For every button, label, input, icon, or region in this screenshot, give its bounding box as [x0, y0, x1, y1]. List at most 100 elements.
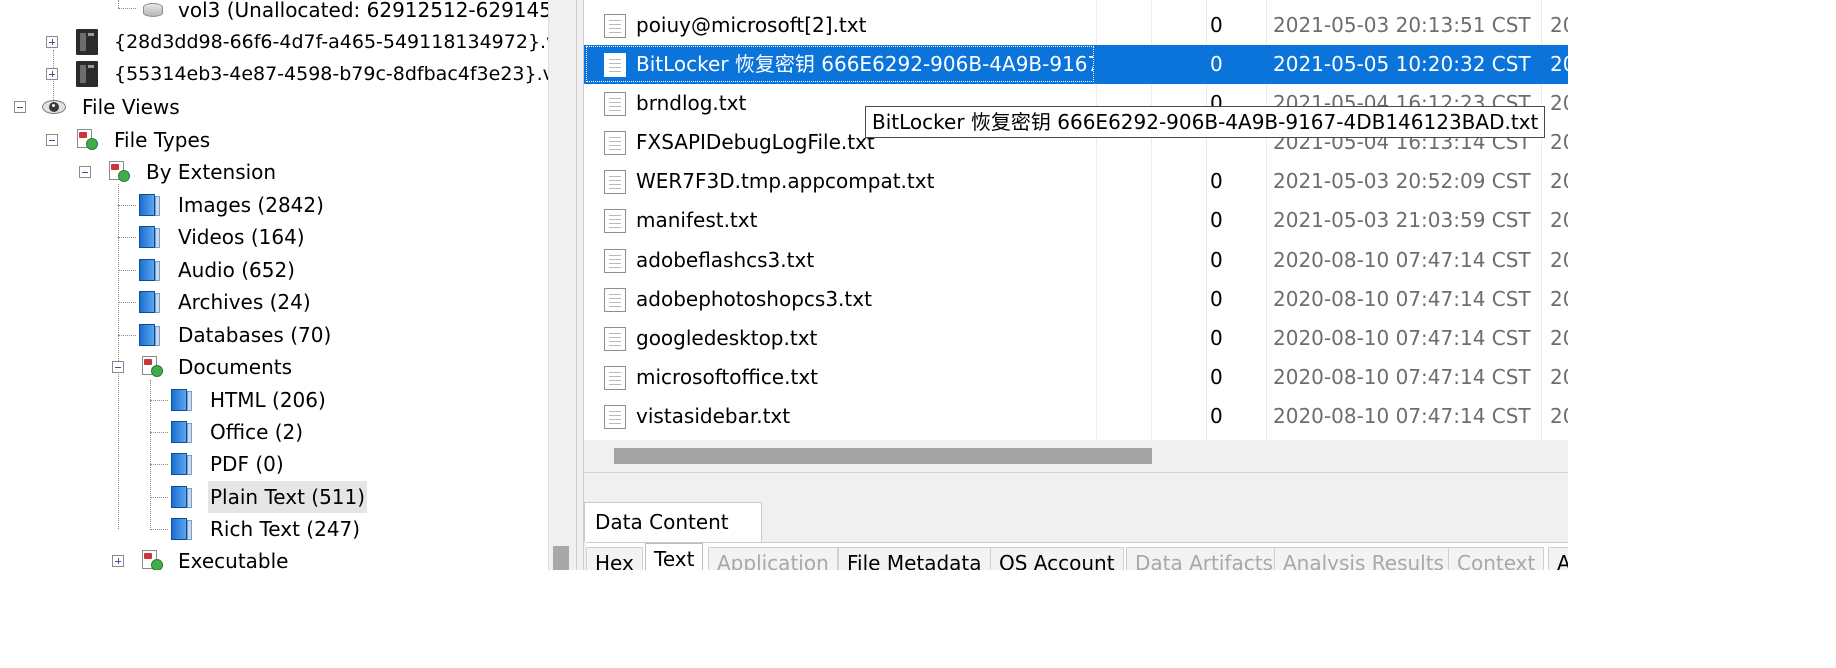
- tree-node-archives[interactable]: Archives (24): [176, 286, 313, 318]
- tree-node-videos[interactable]: Videos (164): [176, 221, 307, 253]
- pdf-icon: [171, 451, 193, 477]
- tree-line: [118, 335, 136, 336]
- tab-data-artifacts[interactable]: Data Artifacts: [1126, 547, 1282, 570]
- text-file-icon: [604, 170, 626, 194]
- table-row[interactable]: microsoftoffice.txt 0 2020-08-10 07:47:1…: [584, 358, 1568, 397]
- tree-line: [150, 400, 168, 401]
- expand-plus-icon[interactable]: [46, 36, 58, 48]
- tree-node-label: File Views: [82, 95, 180, 119]
- table-row[interactable]: poiuy@microsoft[2].txt 0 2021-05-03 20:1…: [584, 6, 1568, 45]
- file-list-table[interactable]: poiuy@microsoft[2].txt 0 2021-05-03 20:1…: [584, 0, 1568, 440]
- file-name-cell: microsoftoffice.txt: [636, 365, 818, 389]
- tree-node-images[interactable]: Images (2842): [176, 189, 326, 221]
- tab-text[interactable]: Text: [645, 543, 704, 570]
- table-row[interactable]: WER7F3D.tmp.appcompat.txt 0 2021-05-03 2…: [584, 162, 1568, 201]
- count-cell: 0: [1210, 248, 1223, 272]
- tree-node-label: Videos (164): [178, 225, 305, 249]
- collapse-minus-icon[interactable]: [46, 134, 58, 146]
- table-row[interactable]: vistasidebar.txt 0 2020-08-10 07:47:14 C…: [584, 397, 1568, 436]
- table-scrollbar-thumb[interactable]: [614, 448, 1152, 464]
- table-row[interactable]: manifest.txt 0 2021-05-03 21:03:59 CST 2…: [584, 201, 1568, 240]
- tree-node-label: vol3 (Unallocated: 62912512-6291455: [178, 0, 548, 22]
- table-row[interactable]: googledesktop.txt 0 2020-08-10 07:47:14 …: [584, 319, 1568, 358]
- tree-node-label: Office (2): [210, 420, 304, 444]
- eye-icon: [41, 96, 67, 118]
- tree-line: [118, 237, 136, 238]
- tree-node-label: Documents: [178, 355, 293, 379]
- tree-node-executable[interactable]: Executable: [176, 545, 291, 570]
- tab-os-account[interactable]: OS Account: [990, 547, 1124, 570]
- tab-analysis-results[interactable]: Analysis Results: [1274, 547, 1453, 570]
- modified-time-cell: 2020-08-10 07:47:14 CST: [1273, 365, 1531, 389]
- server-icon: [74, 28, 100, 56]
- file-name-cell: adobephotoshopcs3.txt: [636, 287, 872, 311]
- text-file-icon: [604, 249, 626, 273]
- tree-node-label: HTML (206): [210, 388, 326, 412]
- tree-node-host-1[interactable]: {28d3dd98-66f6-4d7f-a465-549118134972}.v: [112, 26, 548, 58]
- tree-node-plain-text[interactable]: Plain Text (511): [208, 481, 368, 513]
- tree-node-file-types[interactable]: File Types: [112, 124, 212, 156]
- text-file-icon: [604, 366, 626, 390]
- modified-time-cell: 2020-08-10 07:47:14 CST: [1273, 248, 1531, 272]
- tab-context[interactable]: Context: [1448, 547, 1545, 570]
- modified-time-cell: 2021-05-03 20:52:09 CST: [1273, 169, 1531, 193]
- truncated-time-cell: 20: [1550, 287, 1568, 311]
- collapse-minus-icon[interactable]: [112, 361, 124, 373]
- videos-icon: [139, 224, 161, 250]
- tab-data-content[interactable]: Data Content: [584, 502, 762, 542]
- tree-node-databases[interactable]: Databases (70): [176, 319, 333, 351]
- expand-plus-icon[interactable]: [46, 68, 58, 80]
- text-file-icon: [604, 405, 626, 429]
- tree-node-audio[interactable]: Audio (652): [176, 254, 297, 286]
- tree-node-host-2[interactable]: {55314eb3-4e87-4598-b79c-8dfbac4f3e23}.v: [112, 58, 548, 90]
- file-name-cell: adobeflashcs3.txt: [636, 248, 815, 272]
- table-row-selected[interactable]: BitLocker 恢复密钥 666E6292-906B-4A9B-9167- …: [584, 45, 1568, 84]
- tree-line: [118, 0, 119, 8]
- file-types-icon: [139, 353, 165, 379]
- rich-text-icon: [171, 516, 193, 542]
- table-row[interactable]: adobeflashcs3.txt 0 2020-08-10 07:47:14 …: [584, 241, 1568, 280]
- tree-line: [150, 464, 168, 465]
- count-cell: 0: [1210, 169, 1223, 193]
- text-file-icon: [604, 288, 626, 312]
- expand-plus-icon[interactable]: [112, 555, 124, 567]
- truncated-time-cell: 20: [1550, 208, 1568, 232]
- tree-node-by-extension[interactable]: By Extension: [144, 156, 278, 188]
- tree-node-documents[interactable]: Documents: [176, 351, 294, 383]
- tree-node-label: PDF (0): [210, 452, 284, 476]
- tree-node-pdf[interactable]: PDF (0): [208, 448, 286, 480]
- count-cell: 0: [1210, 13, 1223, 37]
- tree-node-label: {55314eb3-4e87-4598-b79c-8dfbac4f3e23}.v: [114, 63, 548, 85]
- table-row[interactable]: adobephotoshopcs3.txt 0 2020-08-10 07:47…: [584, 280, 1568, 319]
- tree-node-rich-text[interactable]: Rich Text (247): [208, 513, 362, 545]
- tree-line: [150, 497, 168, 498]
- tree-node-vol3[interactable]: vol3 (Unallocated: 62912512-6291455: [176, 0, 548, 26]
- tree-node-file-views[interactable]: File Views: [80, 91, 182, 123]
- collapse-minus-icon[interactable]: [14, 101, 26, 113]
- tree-line: [150, 529, 168, 530]
- tab-file-metadata[interactable]: File Metadata: [838, 547, 991, 570]
- tree-line: [150, 380, 151, 530]
- text-file-icon: [604, 92, 626, 116]
- text-file-icon: [604, 131, 626, 155]
- html-icon: [171, 387, 193, 413]
- tab-truncated[interactable]: A: [1548, 547, 1568, 570]
- file-name-cell: googledesktop.txt: [636, 326, 818, 350]
- collapse-minus-icon[interactable]: [79, 166, 91, 178]
- tab-application[interactable]: Application: [708, 547, 838, 570]
- directory-tree[interactable]: vol3 (Unallocated: 62912512-6291455 {28d…: [0, 0, 548, 570]
- truncated-time-cell: 20: [1550, 91, 1568, 115]
- tree-line: [150, 432, 168, 433]
- tree-scrollbar-thumb[interactable]: [553, 546, 569, 570]
- tab-hex[interactable]: Hex: [586, 547, 643, 570]
- text-file-icon: [604, 327, 626, 351]
- tree-node-label: {28d3dd98-66f6-4d7f-a465-549118134972}.v: [114, 31, 548, 53]
- pane-splitter[interactable]: [576, 0, 584, 570]
- truncated-time-cell: 20: [1550, 326, 1568, 350]
- tree-node-office[interactable]: Office (2): [208, 416, 305, 448]
- tree-node-html[interactable]: HTML (206): [208, 384, 328, 416]
- focus-rectangle: [586, 46, 1094, 82]
- truncated-time-cell: 20: [1550, 404, 1568, 428]
- count-cell: 0: [1210, 326, 1223, 350]
- tree-node-label: By Extension: [146, 160, 277, 184]
